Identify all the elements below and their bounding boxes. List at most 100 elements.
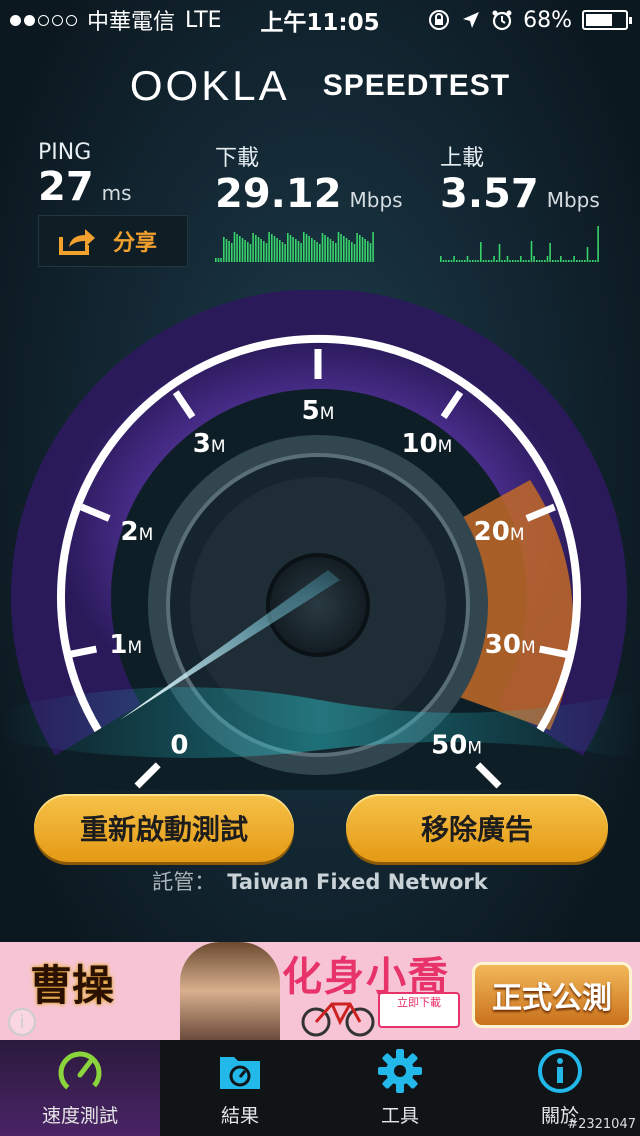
sparkline-bar — [493, 256, 495, 262]
tab-speedtest[interactable]: 速度測試 — [0, 1040, 160, 1136]
sparkline-bar — [265, 243, 268, 262]
sparkline-bar — [514, 260, 517, 262]
download-sparkline — [215, 232, 374, 262]
tab-bar: 速度測試 結果 工具 關於 — [0, 1040, 640, 1136]
sparkline-bar — [469, 260, 471, 262]
location-arrow-icon — [463, 12, 480, 28]
download-value-row: 29.12 Mbps — [215, 172, 403, 222]
sparkline-bar — [592, 260, 594, 262]
sparkline-bar — [329, 239, 332, 262]
sparkline-bar — [474, 260, 477, 262]
sparkline-bar — [319, 244, 321, 262]
sparkline-bar — [249, 244, 252, 262]
sparkline-bar — [233, 232, 236, 262]
sparkline-bar — [324, 235, 326, 262]
sparkline-bar — [247, 242, 249, 262]
ping-value: 27 — [38, 164, 94, 210]
upload-value: 3.57 — [440, 171, 539, 217]
sparkline-bar — [544, 260, 546, 262]
sparkline-bar — [490, 260, 493, 262]
sparkline-bar — [533, 256, 535, 262]
sparkline-bar — [504, 260, 506, 262]
sparkline-bar — [525, 260, 527, 262]
watermark: #2321047 — [567, 1117, 636, 1132]
sparkline-bar — [279, 240, 281, 262]
bicycle-icon — [301, 1002, 375, 1037]
sparkline-bar — [578, 260, 581, 262]
sparkline-bar — [361, 237, 364, 262]
sparkline-bar — [220, 258, 222, 262]
download-value: 29.12 — [215, 171, 342, 217]
speedometer-icon — [56, 1047, 104, 1095]
battery-level — [586, 14, 612, 26]
sparkline-bar — [215, 258, 217, 262]
sparkline-bar — [546, 256, 549, 262]
sparkline-bar — [351, 242, 353, 262]
sparkline-bar — [498, 244, 501, 262]
share-button[interactable]: 分享 — [38, 215, 188, 267]
ping-label: PING — [38, 140, 92, 165]
results-folder-icon — [216, 1047, 264, 1095]
sparkline-bar — [340, 234, 342, 262]
sparkline-bar — [289, 235, 292, 262]
sparkline-bar — [327, 237, 329, 262]
sparkline-bar — [482, 260, 485, 262]
sparkline-bar — [565, 260, 567, 262]
sparkline-bar — [367, 241, 369, 262]
upload-metric: 上載 3.57 Mbps — [440, 140, 600, 222]
share-label: 分享 — [113, 231, 158, 256]
remove-ads-button[interactable]: 移除廣告 — [346, 794, 608, 862]
battery-percent: 68% — [523, 7, 572, 33]
sparkline-bar — [305, 234, 308, 262]
ad-cta-button[interactable]: 正式公測 — [472, 962, 632, 1028]
gauge-tick-label: 0 — [170, 731, 188, 761]
sparkline-bar — [321, 233, 324, 262]
tab-results-label: 結果 — [220, 1105, 259, 1127]
sparkline-bar — [568, 260, 570, 262]
sparkline-bar — [552, 260, 554, 262]
sparkline-bar — [562, 260, 565, 262]
upload-sparkline — [440, 226, 599, 262]
tab-speedtest-label: 速度測試 — [41, 1105, 118, 1127]
status-bar: 中華電信 LTE 上午11:05 68% — [0, 0, 640, 40]
sparkline-bar — [252, 233, 254, 262]
ad-info-icon[interactable]: i — [8, 1008, 36, 1036]
download-label: 下載 — [215, 146, 260, 171]
sparkline-bar — [356, 233, 358, 262]
sparkline-bar — [557, 260, 559, 262]
ping-unit: ms — [101, 181, 132, 205]
sparkline-bar — [308, 236, 310, 262]
sparkline-bar — [573, 256, 575, 262]
sparkline-bar — [477, 260, 479, 262]
sparkline-bar — [268, 232, 270, 262]
sparkline-bar — [303, 232, 305, 262]
sparkline-bar — [442, 260, 445, 262]
restart-test-button[interactable]: 重新啟動測試 — [34, 794, 294, 862]
sparkline-bar — [581, 260, 583, 262]
sparkline-bar — [538, 260, 541, 262]
sparkline-bar — [541, 260, 543, 262]
sparkline-bar — [271, 234, 273, 262]
sparkline-bar — [512, 260, 514, 262]
sparkline-bar — [485, 260, 487, 262]
sparkline-bar — [281, 242, 284, 262]
tab-tools[interactable]: 工具 — [320, 1040, 480, 1136]
sparkline-bar — [364, 239, 366, 262]
tab-results[interactable]: 結果 — [160, 1040, 320, 1136]
ad-model-image — [180, 942, 280, 1040]
sparkline-bar — [348, 240, 350, 262]
alarm-clock-icon — [492, 10, 512, 31]
sparkline-bar — [464, 260, 466, 262]
ad-banner[interactable]: 曹操 化身小喬 立即下載 正式公測 i — [0, 942, 640, 1040]
sparkline-bar — [517, 260, 519, 262]
sparkline-bar — [586, 247, 589, 262]
sparkline-bar — [337, 232, 340, 262]
sparkline-bar — [450, 260, 453, 262]
download-unit: Mbps — [349, 188, 403, 212]
sparkline-bar — [228, 241, 230, 262]
download-metric: 下載 29.12 Mbps — [215, 140, 403, 222]
sparkline-bar — [509, 260, 511, 262]
sparkline-bar — [480, 242, 482, 262]
info-icon — [536, 1047, 584, 1095]
sparkline-bar — [445, 260, 447, 262]
